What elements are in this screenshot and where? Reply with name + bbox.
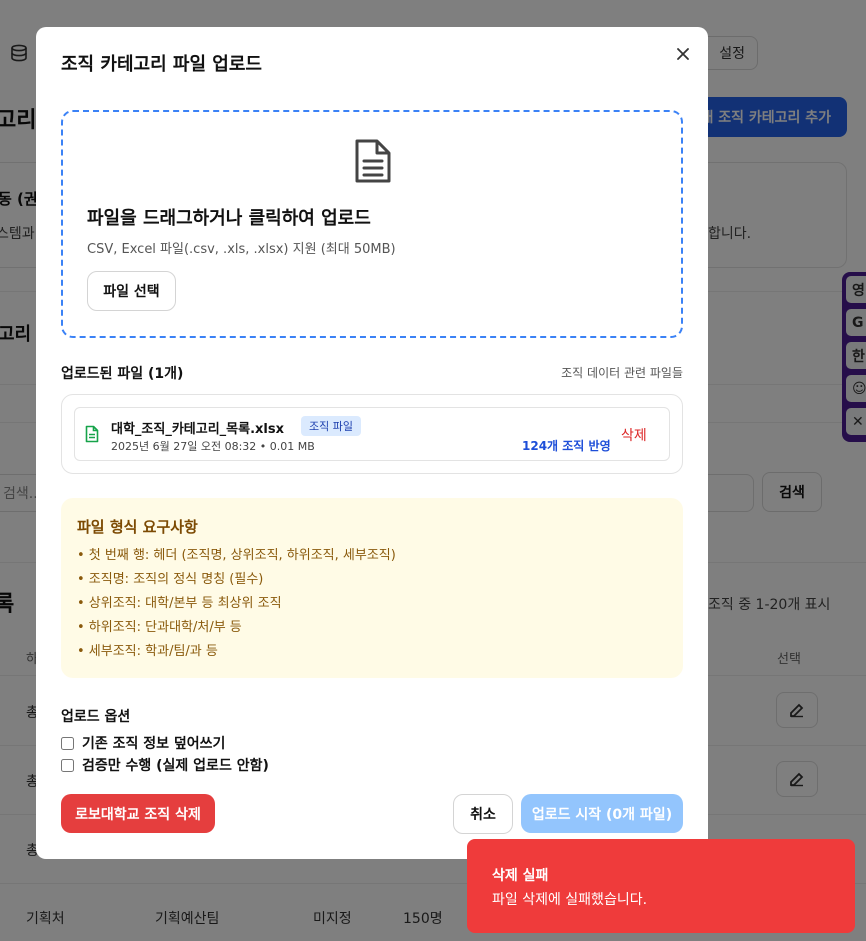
file-org-count: 124개 조직 반영: [522, 439, 611, 453]
requirement-item: • 조직명: 조직의 정식 명칭 (필수): [77, 572, 264, 587]
file-name: 대학_조직_카테고리_목록.xlsx: [111, 422, 285, 437]
uploaded-files-list: 대학_조직_카테고리_목록.xlsx 조직 파일 2025년 6월 27일 오전…: [61, 394, 683, 474]
format-requirements: 파일 형식 요구사항 • 첫 번째 행: 헤더 (조직명, 상위조직, 하위조직…: [61, 498, 683, 678]
choose-file-button[interactable]: 파일 선택: [87, 271, 176, 311]
validate-only-checkbox[interactable]: [61, 758, 74, 772]
file-item: 대학_조직_카테고리_목록.xlsx 조직 파일 2025년 6월 27일 오전…: [74, 407, 670, 461]
delete-organization-button[interactable]: 로보대학교 조직 삭제: [61, 794, 215, 833]
cancel-button[interactable]: 취소: [453, 794, 513, 834]
file-dropzone[interactable]: 파일을 드래그하거나 클릭하여 업로드 CSV, Excel 파일(.csv, …: [61, 110, 683, 338]
spreadsheet-file-icon: [85, 425, 99, 443]
uploaded-files-heading: 업로드된 파일 (1개): [61, 366, 184, 382]
dropzone-subtitle: CSV, Excel 파일(.csv, .xls, .xlsx) 지원 (최대 …: [87, 242, 396, 257]
requirements-list: • 첫 번째 행: 헤더 (조직명, 상위조직, 하위조직, 세부조직) • 조…: [77, 546, 396, 666]
requirement-item: • 세부조직: 학과/팀/과 등: [77, 644, 218, 659]
toast-message: 파일 삭제에 실패했습니다.: [492, 892, 648, 908]
modal-title: 조직 카테고리 파일 업로드: [61, 54, 262, 75]
close-icon: [677, 48, 689, 60]
validate-only-label[interactable]: 검증만 수행 (실제 업로드 안함): [82, 755, 269, 775]
overwrite-checkbox[interactable]: [61, 736, 74, 750]
requirements-title: 파일 형식 요구사항: [77, 518, 198, 536]
error-toast[interactable]: 삭제 실패 파일 삭제에 실패했습니다.: [467, 839, 855, 933]
start-upload-button[interactable]: 업로드 시작 (0개 파일): [521, 794, 683, 833]
file-meta: 2025년 6월 27일 오전 08:32 • 0.01 MB: [111, 440, 315, 453]
requirement-item: • 상위조직: 대학/본부 등 최상위 조직: [77, 596, 282, 611]
requirement-item: • 첫 번째 행: 헤더 (조직명, 상위조직, 하위조직, 세부조직): [77, 548, 396, 563]
uploaded-files-hint: 조직 데이터 관련 파일들: [561, 366, 683, 380]
file-delete-button[interactable]: 삭제: [621, 425, 647, 445]
requirement-item: • 하위조직: 단과대학/처/부 등: [77, 620, 242, 635]
overwrite-label[interactable]: 기존 조직 정보 덮어쓰기: [82, 733, 225, 753]
dropzone-title: 파일을 드래그하거나 클릭하여 업로드: [87, 208, 371, 229]
close-button[interactable]: [672, 43, 694, 65]
toast-title: 삭제 실패: [492, 868, 549, 884]
upload-options-heading: 업로드 옵션: [61, 709, 131, 725]
validate-only-option[interactable]: 검증만 수행 (실제 업로드 안함): [61, 755, 269, 775]
overwrite-option[interactable]: 기존 조직 정보 덮어쓰기: [61, 733, 225, 753]
document-icon: [355, 139, 391, 183]
upload-modal: 조직 카테고리 파일 업로드 파일을 드래그하거나 클릭하여 업로드 CSV, …: [36, 27, 708, 859]
file-type-badge: 조직 파일: [301, 416, 361, 436]
